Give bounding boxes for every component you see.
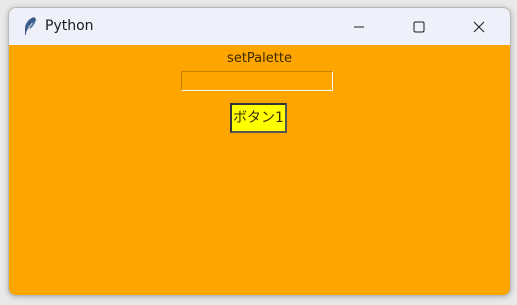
client-area: setPalette ボタン1: [9, 45, 510, 295]
close-button[interactable]: [451, 8, 507, 45]
text-entry[interactable]: [181, 71, 333, 91]
palette-label: setPalette: [227, 51, 292, 66]
app-window: Python setPalette ボタン1: [8, 7, 511, 296]
title-bar[interactable]: Python: [9, 8, 510, 45]
window-title: Python: [45, 18, 94, 34]
minimize-button[interactable]: [331, 8, 387, 45]
close-icon: [473, 21, 485, 32]
button-1[interactable]: ボタン1: [230, 103, 287, 133]
maximize-button[interactable]: [391, 8, 447, 45]
minimize-icon: [354, 26, 364, 27]
maximize-icon: [413, 21, 425, 32]
feather-icon: [25, 17, 36, 35]
